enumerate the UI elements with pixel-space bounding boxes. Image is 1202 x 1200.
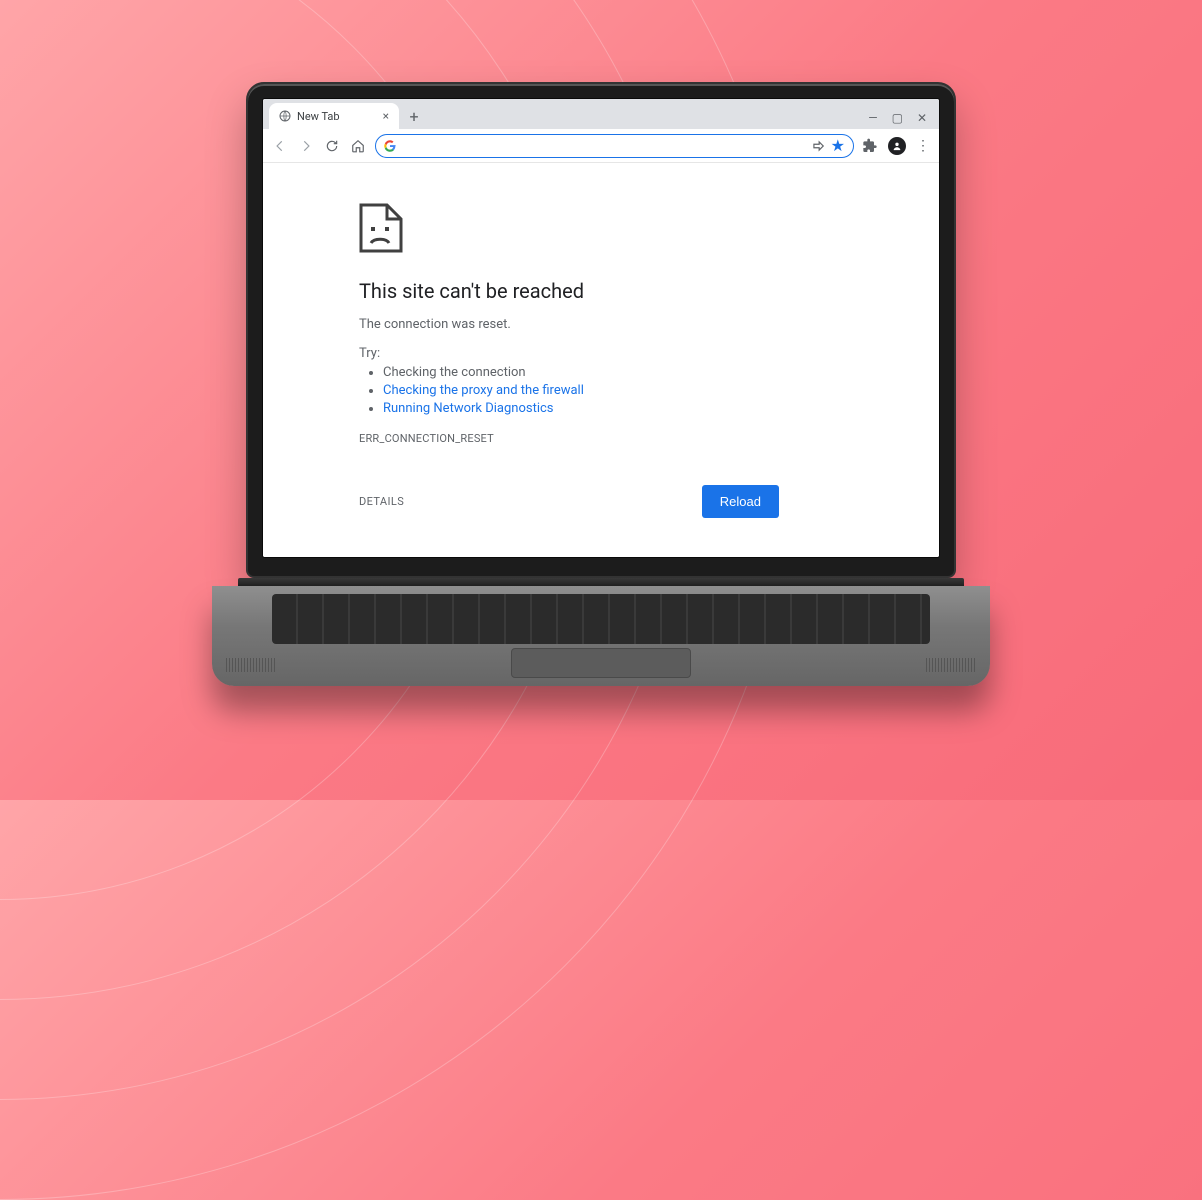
nav-reload-icon[interactable]	[323, 137, 341, 155]
globe-icon	[279, 110, 291, 122]
tab-strip: New Tab × + — ▢ ✕	[263, 99, 939, 129]
laptop-keyboard	[272, 594, 930, 644]
tab-close-icon[interactable]: ×	[383, 109, 389, 123]
network-diagnostics-link[interactable]: Running Network Diagnostics	[383, 401, 554, 416]
browser-toolbar: ★ ⋮	[263, 129, 939, 163]
suggestion-item: Checking the proxy and the firewall	[383, 383, 939, 398]
extensions-icon[interactable]	[862, 138, 878, 154]
error-subtitle: The connection was reset.	[359, 317, 939, 332]
google-g-icon	[384, 140, 396, 152]
laptop-trackpad	[511, 648, 691, 678]
browser-window: New Tab × + — ▢ ✕	[262, 98, 940, 558]
nav-home-icon[interactable]	[349, 137, 367, 155]
suggestion-list: Checking the connection Checking the pro…	[359, 365, 939, 416]
address-input[interactable]	[402, 139, 805, 153]
suggestion-item: Running Network Diagnostics	[383, 401, 939, 416]
proxy-firewall-link[interactable]: Checking the proxy and the firewall	[383, 383, 584, 398]
error-title: This site can't be reached	[359, 279, 939, 303]
window-maximize-icon[interactable]: ▢	[892, 111, 903, 125]
browser-tab[interactable]: New Tab ×	[269, 103, 399, 129]
profile-avatar[interactable]	[888, 137, 906, 155]
nav-forward-icon[interactable]	[297, 137, 315, 155]
suggestion-item: Checking the connection	[383, 365, 939, 380]
address-bar[interactable]: ★	[375, 134, 854, 158]
window-close-icon[interactable]: ✕	[917, 111, 927, 125]
error-code: ERR_CONNECTION_RESET	[359, 432, 939, 445]
bookmark-star-icon[interactable]: ★	[831, 136, 845, 155]
error-page: This site can't be reached The connectio…	[263, 163, 939, 557]
menu-dots-icon[interactable]: ⋮	[916, 138, 931, 154]
laptop-frame: New Tab × + — ▢ ✕	[246, 82, 956, 686]
try-label: Try:	[359, 346, 939, 361]
share-icon[interactable]	[811, 139, 825, 153]
window-controls: — ▢ ✕	[868, 111, 933, 125]
details-button[interactable]: DETAILS	[359, 495, 404, 508]
reload-button[interactable]: Reload	[702, 485, 779, 518]
new-tab-button[interactable]: +	[403, 105, 425, 127]
nav-back-icon[interactable]	[271, 137, 289, 155]
window-minimize-icon[interactable]: —	[868, 111, 877, 125]
tab-title: New Tab	[297, 110, 340, 123]
sad-file-icon	[359, 203, 939, 257]
